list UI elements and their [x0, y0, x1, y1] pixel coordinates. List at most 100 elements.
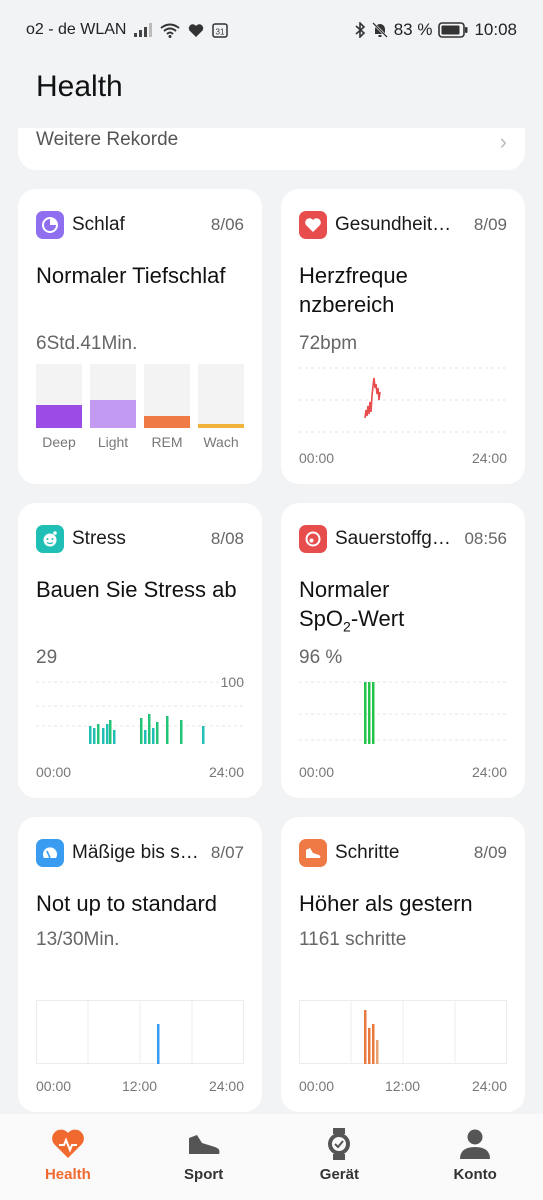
heart-axis-start: 00:00	[299, 450, 335, 466]
activity-bar	[157, 1024, 160, 1064]
watch-icon	[328, 1128, 351, 1160]
sleep-stage-track	[198, 364, 244, 428]
stress-status: Bauen Sie Stress ab	[36, 577, 237, 602]
chevron-right-icon: ›	[499, 129, 507, 154]
steps-chart: 00:00 12:00 24:00	[299, 994, 507, 1094]
sleep-stage-deep: Deep	[36, 364, 82, 466]
stress-chart: 100 00:00 24:00	[36, 674, 244, 780]
clock-time: 10:08	[474, 20, 517, 39]
sleep-stage-label: Light	[97, 434, 129, 450]
stress-card-date: 8/08	[210, 529, 244, 548]
activity-card[interactable]: Mäßige bis s… 8/07 Not up to standard 13…	[18, 817, 262, 1112]
stress-card[interactable]: Stress 8/08 Bauen Sie Stress ab 29 100 0…	[18, 503, 262, 798]
oxygen-icon	[299, 525, 327, 553]
spo2-bars	[364, 682, 375, 744]
sleep-stage-fill	[36, 405, 82, 428]
tab-sport[interactable]: Sport	[154, 1128, 254, 1183]
calendar-icon: 31	[212, 22, 229, 38]
spo2-card[interactable]: Sauerstoffg… 08:56 Normaler SpO2-Wert 96 …	[281, 503, 525, 798]
tab-account-label: Konto	[453, 1166, 497, 1183]
stress-card-title: Stress	[72, 528, 126, 549]
activity-card-date: 8/07	[210, 843, 244, 862]
activity-card-title: Mäßige bis s…	[72, 842, 199, 863]
bottom-tab-bar: Health Sport Gerät Konto	[0, 1114, 543, 1200]
spo2-chart: 00:00 24:00	[299, 680, 507, 780]
steps-card-title: Schritte	[335, 842, 400, 863]
stress-axis-end: 24:00	[208, 764, 244, 780]
sleep-card[interactable]: Schlaf 8/06 Normaler Tiefschlaf 6Std.41M…	[18, 189, 262, 484]
stress-bars	[89, 714, 205, 744]
activity-axis-start: 00:00	[36, 1078, 72, 1094]
tab-device[interactable]: Gerät	[289, 1128, 389, 1183]
activity-chart: 00:00 12:00 24:00	[36, 994, 244, 1094]
tab-account[interactable]: Konto	[425, 1128, 525, 1183]
sleep-stage-light: Light	[90, 364, 136, 466]
sleep-value: 6Std.41Min.	[36, 333, 138, 354]
heart-card-title: Gesundheit…	[335, 214, 452, 235]
records-row[interactable]: Weitere Rekorde ›	[18, 128, 525, 170]
heart-status-icon	[188, 23, 204, 38]
sleep-status: Normaler Tiefschlaf	[36, 263, 226, 288]
sleep-stage-label: Wach	[203, 434, 239, 450]
signal-icon	[134, 23, 153, 37]
activity-icon	[36, 839, 64, 867]
heart-icon	[51, 1129, 84, 1158]
stress-icon	[36, 525, 64, 553]
battery-icon	[438, 22, 468, 38]
activity-axis-mid: 12:00	[122, 1078, 158, 1094]
sleep-stage-track	[90, 364, 136, 428]
sleep-stage-fill	[198, 424, 244, 428]
sleep-stage-chart: Deep Light REM Wach	[36, 364, 244, 466]
heart-icon	[299, 211, 327, 239]
sleep-stage-label: REM	[151, 434, 183, 450]
status-bar: o2 - de WLAN 31 83 % 10:08	[0, 0, 543, 60]
heart-axis-end: 24:00	[471, 450, 507, 466]
spo2-card-date: 08:56	[464, 529, 507, 548]
activity-value: 13/30Min.	[36, 929, 120, 950]
steps-axis-start: 00:00	[299, 1078, 335, 1094]
bluetooth-icon	[354, 22, 366, 38]
sleep-stage-track	[36, 364, 82, 428]
heart-status: Herzfreque nzbereich	[299, 263, 408, 317]
activity-axis-end: 24:00	[208, 1078, 244, 1094]
spo2-axis-end: 24:00	[471, 764, 507, 780]
tab-health[interactable]: Health	[18, 1128, 118, 1183]
calendar-day: 31	[216, 28, 225, 37]
sleep-stage-fill	[144, 416, 190, 428]
steps-card-date: 8/09	[473, 843, 507, 862]
wifi-icon	[160, 23, 181, 38]
steps-axis-mid: 12:00	[385, 1078, 421, 1094]
heart-rate-card[interactable]: Gesundheit… 8/09 Herzfreque nzbereich 72b…	[281, 189, 525, 484]
battery-percent: 83 %	[393, 20, 433, 39]
heart-card-date: 8/09	[473, 215, 507, 234]
tab-device-label: Gerät	[319, 1166, 359, 1183]
records-label: Weitere Rekorde	[36, 129, 179, 150]
spo2-value: 96 %	[299, 647, 343, 668]
person-icon	[460, 1129, 491, 1159]
steps-axis-end: 24:00	[471, 1078, 507, 1094]
sleep-stage-track	[144, 364, 190, 428]
stress-axis-max: 100	[220, 674, 244, 690]
sleep-stage-rem: REM	[144, 364, 190, 466]
steps-value: 1161 schritte	[299, 929, 407, 950]
sleep-card-date: 8/06	[210, 215, 244, 234]
spo2-status: Normaler SpO2-Wert	[299, 577, 405, 635]
heart-value: 72bpm	[299, 333, 358, 354]
sleep-stage-label: Deep	[42, 434, 76, 450]
spo2-card-title: Sauerstoffg…	[335, 528, 451, 549]
sleep-card-title: Schlaf	[72, 214, 125, 235]
stress-axis-start: 00:00	[36, 764, 72, 780]
carrier-label: o2 - de WLAN	[26, 21, 127, 38]
steps-card[interactable]: Schritte 8/09 Höher als gestern 1161 sch…	[281, 817, 525, 1112]
heart-rate-series	[364, 377, 381, 419]
steps-bars	[364, 1010, 379, 1064]
sleep-stage-fill	[90, 400, 136, 428]
tab-sport-label: Sport	[184, 1166, 224, 1183]
sleep-icon	[36, 211, 64, 239]
mute-bell-icon	[371, 22, 388, 38]
tab-health-label: Health	[44, 1166, 91, 1183]
heart-rate-chart: 00:00 24:00	[299, 366, 507, 466]
spo2-axis-start: 00:00	[299, 764, 335, 780]
shoe-icon	[299, 839, 327, 867]
shoe-icon	[188, 1135, 220, 1154]
